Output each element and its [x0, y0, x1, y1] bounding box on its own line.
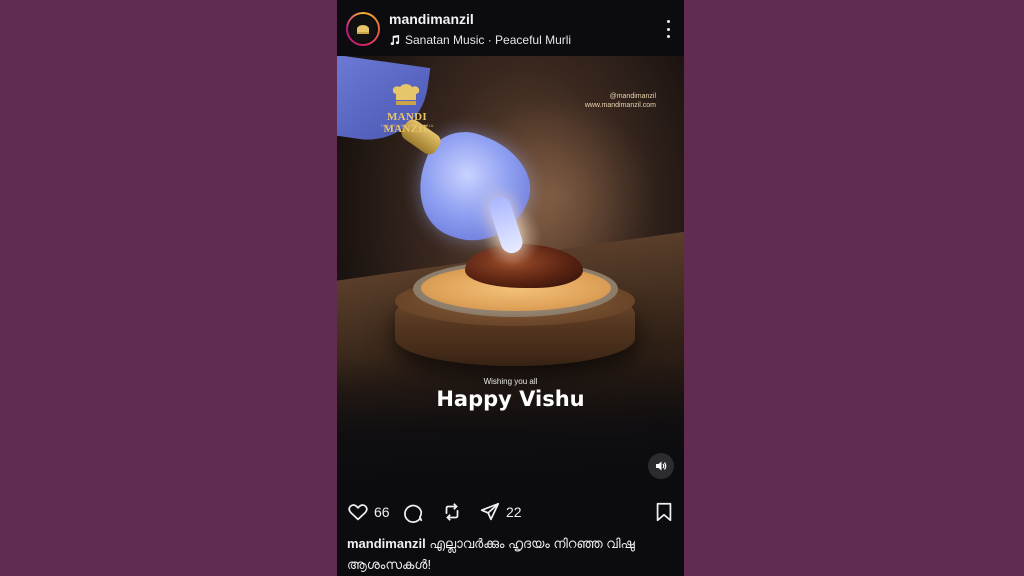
music-note-icon [390, 34, 400, 45]
volume-icon[interactable] [648, 453, 674, 479]
bookmark-icon [656, 502, 672, 522]
heart-icon [348, 504, 368, 521]
chef-hat-logo-icon [392, 84, 420, 105]
repost-button[interactable] [441, 501, 463, 523]
wishing-text: Wishing you all [483, 377, 538, 386]
username[interactable]: mandimanzil [389, 11, 474, 27]
like-button[interactable]: 66 [347, 501, 390, 523]
handle-line-1: @mandimanzil [609, 93, 656, 100]
music-info[interactable]: Sanatan Music · Peaceful Murli [389, 33, 571, 47]
comment-button[interactable] [402, 501, 424, 523]
caption: mandimanzil എല്ലാവർക്കും ഹൃദയം നിറഞ്ഞ വി… [347, 533, 677, 575]
avatar[interactable] [346, 12, 380, 46]
handle-line-2: www.mandimanzil.com [584, 102, 656, 109]
share-icon [480, 502, 500, 521]
instagram-post: mandimanzil Sanatan Music · Peaceful Mur… [337, 0, 684, 576]
action-bar: 66 22 [337, 492, 684, 532]
avatar-logo [348, 14, 378, 44]
like-count: 66 [374, 504, 390, 520]
music-label: Sanatan Music · Peaceful Murli [405, 33, 572, 47]
comment-icon [404, 504, 423, 523]
headline: Happy Vishu [436, 387, 585, 411]
repost-icon [445, 503, 459, 521]
caption-username[interactable]: mandimanzil [347, 536, 426, 551]
brand-handle: @mandimanzil www.mandimanzil.com [585, 92, 656, 110]
post-image[interactable]: MANDI MANZIL THE FEAST OF ARABIA @mandim… [337, 56, 684, 492]
post-header: mandimanzil Sanatan Music · Peaceful Mur… [337, 0, 684, 56]
share-count: 22 [506, 504, 522, 520]
save-button[interactable] [653, 501, 675, 523]
brand-tagline: THE FEAST OF ARABIA [380, 123, 434, 128]
share-button[interactable]: 22 [479, 501, 522, 523]
more-icon[interactable] [664, 20, 672, 38]
